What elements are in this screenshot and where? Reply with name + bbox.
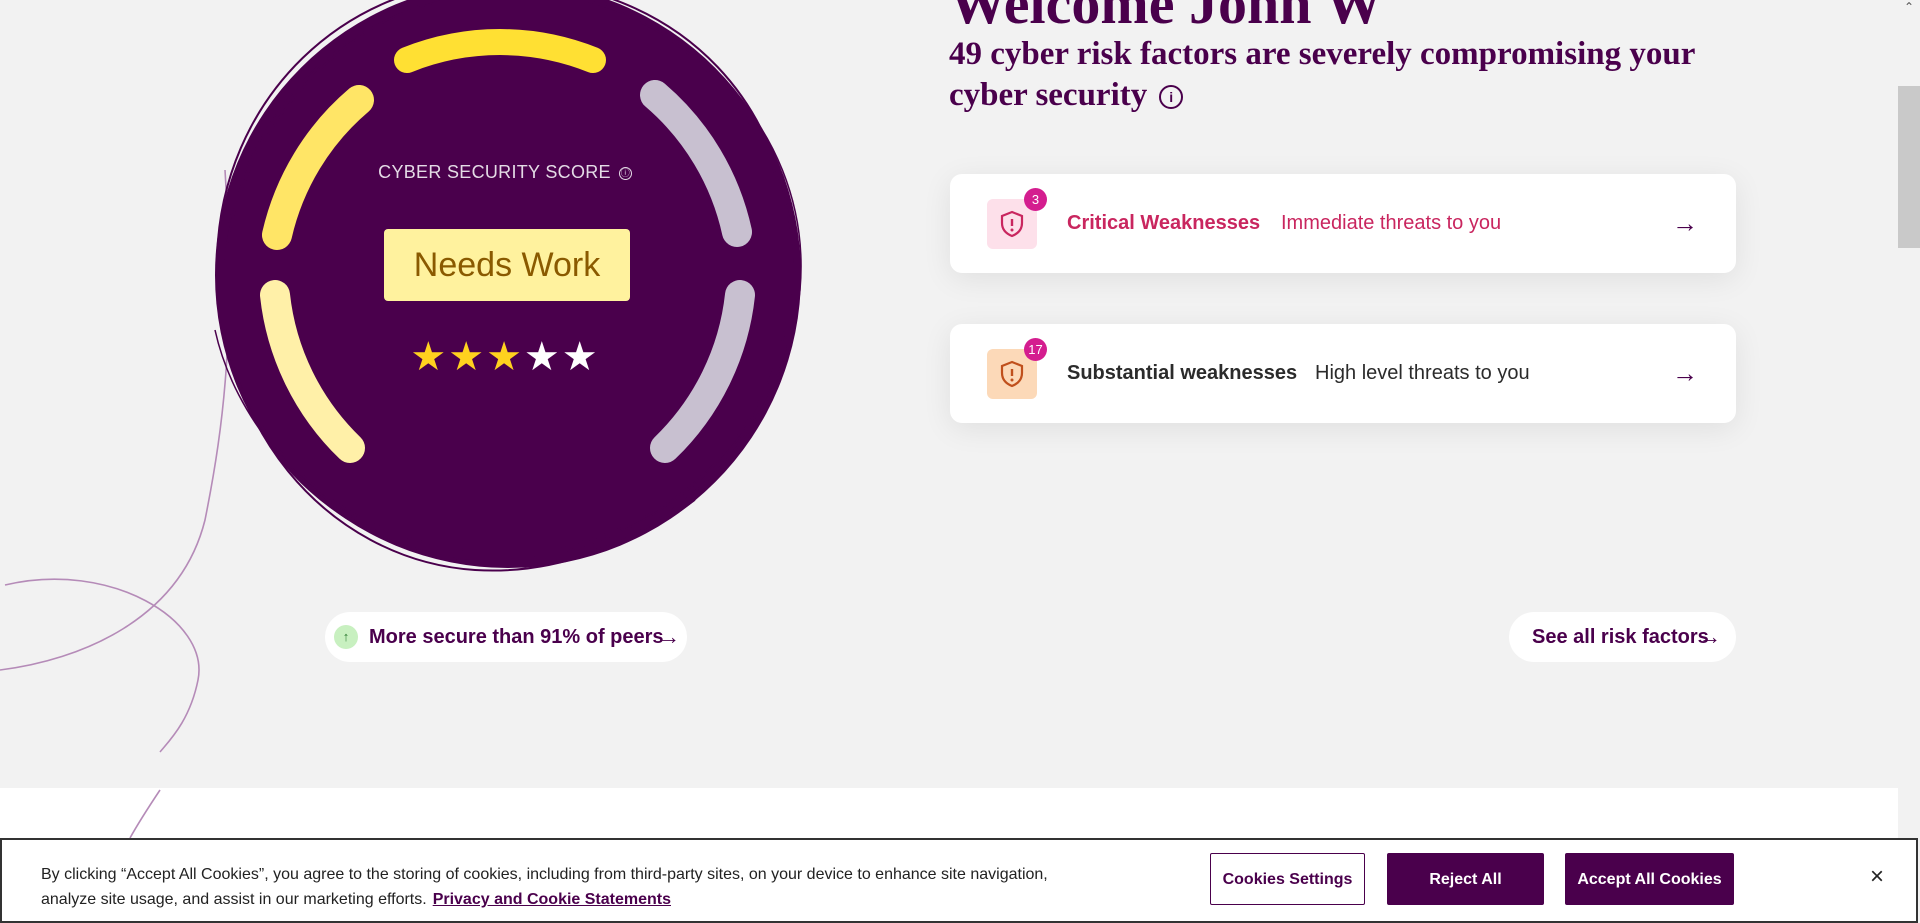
critical-weaknesses-card[interactable]: 3 Critical Weaknesses Immediate threats …: [950, 174, 1736, 273]
cookie-consent-banner: By clicking “Accept All Cookies”, you ag…: [0, 838, 1918, 923]
substantial-weaknesses-card[interactable]: 17 Substantial weaknesses High level thr…: [950, 324, 1736, 423]
arrow-right-icon: →: [1699, 624, 1721, 649]
cyber-security-score-gauge: CYBER SECURITY SCORE ⓘ Needs Work ★★★★★: [195, 0, 815, 590]
arrow-right-icon: →: [1672, 358, 1698, 388]
accept-all-cookies-button[interactable]: Accept All Cookies: [1565, 853, 1734, 905]
card-title: Substantial weaknesses: [1067, 362, 1298, 384]
card-title: Critical Weaknesses: [1067, 212, 1261, 234]
star-icon: ★: [523, 335, 562, 379]
info-icon[interactable]: i: [1159, 85, 1184, 110]
peer-comparison-link[interactable]: ↑ More secure than 91% of peers →: [325, 612, 687, 662]
cookies-settings-button[interactable]: Cookies Settings: [1210, 853, 1365, 905]
peer-comparison-label: More secure than 91% of peers: [369, 626, 664, 648]
card-description: High level threats to you: [1315, 362, 1530, 384]
scrollbar-thumb[interactable]: [1898, 86, 1920, 248]
see-all-risk-factors-link[interactable]: See all risk factors →: [1509, 612, 1736, 662]
see-all-label: See all risk factors: [1532, 626, 1709, 648]
score-title-text: CYBER SECURITY SCORE: [378, 162, 611, 182]
reject-all-button[interactable]: Reject All: [1387, 853, 1544, 905]
arrow-right-icon: →: [658, 624, 680, 649]
cookie-banner-text: By clicking “Accept All Cookies”, you ag…: [41, 862, 1081, 912]
privacy-policy-link[interactable]: Privacy and Cookie Statements: [433, 891, 671, 908]
risk-summary-heading: 49 cyber risk factors are severely compr…: [949, 34, 1709, 116]
card-description: Immediate threats to you: [1281, 212, 1502, 234]
close-icon[interactable]: ×: [1870, 865, 1884, 889]
star-icon: ★: [561, 335, 600, 379]
star-icon: ★: [486, 335, 524, 379]
risk-summary-text: 49 cyber risk factors are severely compr…: [949, 36, 1695, 113]
star-icon: ★: [410, 335, 449, 379]
arrow-up-icon: ↑: [334, 625, 358, 649]
arrow-right-icon: →: [1672, 208, 1698, 238]
vertical-scrollbar[interactable]: ⌃: [1898, 0, 1920, 923]
scroll-up-icon[interactable]: ⌃: [1902, 0, 1916, 14]
count-badge: 17: [1024, 338, 1047, 361]
star-rating: ★★★★★: [195, 334, 815, 380]
count-badge: 3: [1024, 188, 1047, 211]
score-title: CYBER SECURITY SCORE ⓘ: [195, 162, 815, 183]
info-icon[interactable]: ⓘ: [618, 166, 632, 180]
welcome-heading: Welcome John W: [949, 0, 1383, 36]
star-icon: ★: [448, 335, 487, 379]
score-rating-badge: Needs Work: [384, 229, 630, 301]
